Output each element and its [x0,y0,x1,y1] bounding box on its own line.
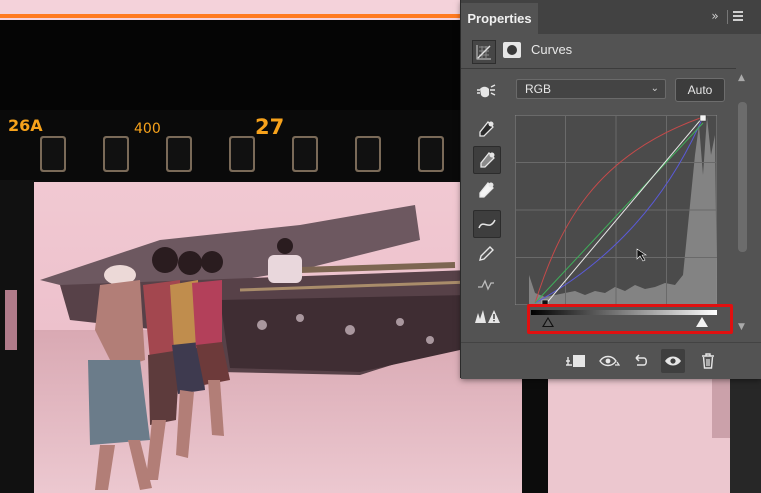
gray-point-eyedropper-icon[interactable] [473,146,501,174]
panel-bottom-toolbar [461,342,761,379]
curve-edit-points-icon[interactable] [473,210,501,238]
auto-button[interactable]: Auto [675,78,725,102]
clipping-warning-icon[interactable] [473,303,503,329]
curves-graph[interactable] [515,115,717,305]
white-point-handle[interactable] [699,115,707,122]
tab-properties[interactable]: Properties [461,3,538,34]
adjustment-title: Curves [531,42,573,57]
scroll-thumb[interactable] [738,102,747,252]
properties-panel: Properties » Curves RGB ⌄ Auto ▲ ▼ [461,0,761,379]
scroll-up-icon[interactable]: ▲ [738,73,745,83]
panel-menu-icon[interactable] [733,11,743,21]
layer-mask-icon[interactable] [503,42,521,58]
film-frame-number: 27 [255,115,284,139]
channel-value: RGB [525,82,552,96]
film-code-iso: 400 [134,121,161,137]
reset-icon[interactable] [629,349,653,373]
chevron-down-icon: ⌄ [650,83,659,94]
black-point-eyedropper-icon[interactable] [473,116,499,142]
curves-adjustment-icon[interactable] [472,40,496,64]
panel-scrollbar[interactable]: ▲ ▼ [736,70,750,340]
white-point-eyedropper-icon[interactable] [473,177,499,203]
channel-select[interactable]: RGB ⌄ [516,79,666,99]
smooth-icon[interactable] [473,272,499,298]
scroll-down-icon[interactable]: ▼ [738,322,745,332]
pencil-icon[interactable] [473,241,499,267]
adjustment-header: Curves [461,34,761,68]
highlight-annotation [527,304,733,334]
visibility-eye-icon[interactable] [661,349,685,373]
delete-icon[interactable] [696,349,720,373]
tab-separator [727,10,728,24]
collapse-panel-icon[interactable]: » [707,8,723,24]
view-previous-state-icon[interactable] [597,349,621,373]
on-image-adjust-icon[interactable] [473,78,499,104]
film-code-left: 26A [8,116,43,135]
clip-to-layer-icon[interactable] [563,349,587,373]
panel-tab-bar: Properties » [461,0,761,34]
header-divider [461,68,736,69]
